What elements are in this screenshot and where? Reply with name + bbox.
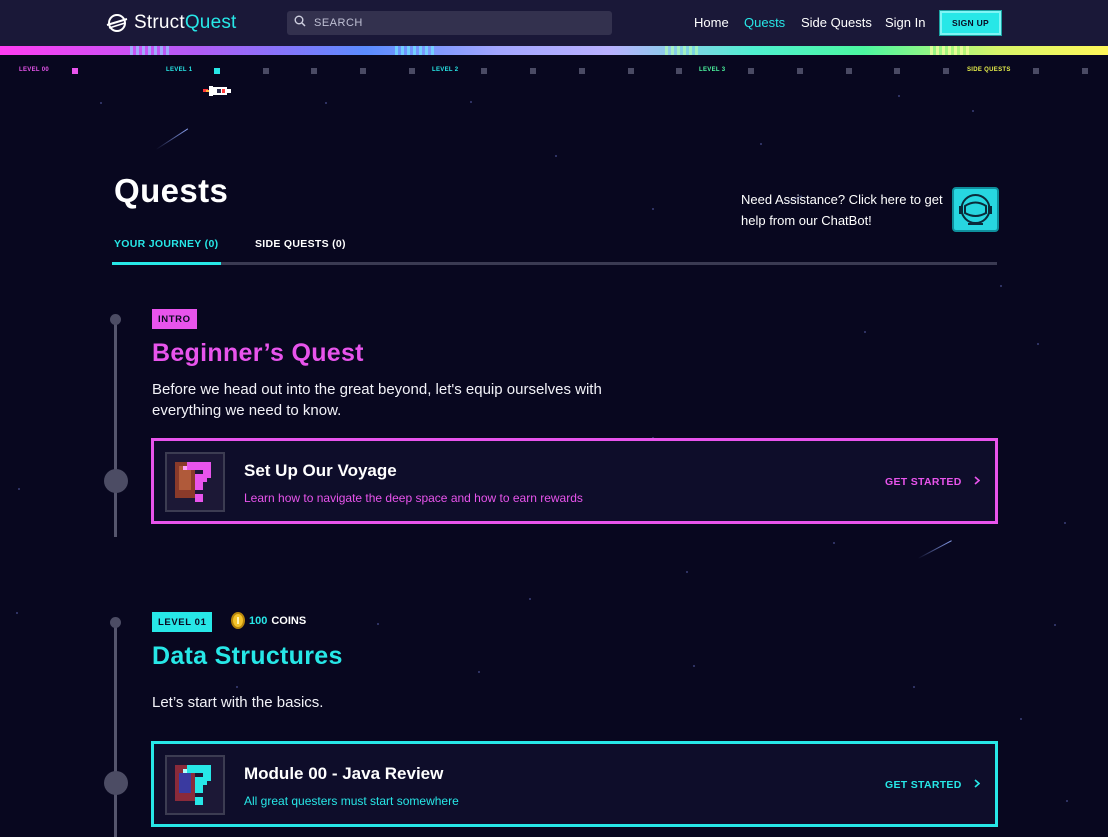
- level-marker: [797, 68, 803, 74]
- nav-link-sign-in[interactable]: Sign In: [885, 15, 925, 30]
- timeline-line: [114, 320, 117, 537]
- level-marker: [72, 68, 78, 74]
- coins-label: COINS: [271, 614, 307, 627]
- level-marker: [214, 68, 220, 74]
- chatbot-astronaut-icon[interactable]: [952, 187, 999, 232]
- level-marker: [894, 68, 900, 74]
- get-started-button[interactable]: GET STARTED: [885, 476, 980, 488]
- timeline-node: [110, 314, 121, 325]
- section-title-data-structures: Data Structures: [152, 642, 343, 670]
- level-label-side-quests: SIDE QUESTS: [967, 67, 1011, 73]
- nav-link-side-quests[interactable]: Side Quests: [801, 15, 872, 30]
- section-description: Let’s start with the basics.: [152, 694, 324, 711]
- level-marker: [1082, 68, 1088, 74]
- level-track: LEVEL 00 LEVEL 1 LEVEL 2 LEVEL 3 SIDE QU…: [0, 60, 1108, 80]
- get-started-label: GET STARTED: [885, 779, 962, 791]
- level-label-3: LEVEL 3: [699, 67, 726, 73]
- level-label-2: LEVEL 2: [432, 67, 459, 73]
- coins-amount: 100: [249, 614, 268, 627]
- chevron-right-icon: [974, 476, 980, 488]
- nav-link-quests[interactable]: Quests: [744, 15, 785, 30]
- timeline-node: [104, 469, 128, 493]
- coin-icon: [231, 612, 245, 629]
- level-marker: [1033, 68, 1039, 74]
- quest-card-java-review[interactable]: Module 00 - Java Review All great queste…: [151, 741, 998, 827]
- level-marker: [846, 68, 852, 74]
- level-marker: [311, 68, 317, 74]
- coins-reward: 100 COINS: [231, 612, 306, 629]
- section-description: Before we head out into the great beyond…: [152, 381, 602, 419]
- quest-card-title: Set Up Our Voyage: [244, 461, 397, 480]
- level-marker: [481, 68, 487, 74]
- chatbot-assistance-link[interactable]: Need Assistance? Click here to get help …: [741, 189, 951, 231]
- quest-card-subtitle: All great questers must start somewhere: [244, 794, 459, 808]
- timeline-node: [104, 771, 128, 795]
- tab-divider: [112, 262, 997, 265]
- quest-card-set-up-our-voyage[interactable]: Set Up Our Voyage Learn how to navigate …: [151, 438, 998, 524]
- timeline-node: [110, 617, 121, 628]
- section-badge-level-01: LEVEL 01: [152, 612, 213, 632]
- section-badge-intro: INTRO: [152, 309, 197, 329]
- rocket-icon: [203, 84, 233, 98]
- level-label-00: LEVEL 00: [19, 67, 49, 73]
- active-tab-indicator: [112, 262, 221, 265]
- progress-rainbow-bar: [0, 46, 1108, 55]
- quest-card-title: Module 00 - Java Review: [244, 764, 444, 783]
- level-marker: [360, 68, 366, 74]
- mystery-question-icon: [165, 452, 225, 512]
- tab-side-quests[interactable]: SIDE QUESTS (0): [255, 238, 346, 250]
- quest-card-subtitle: Learn how to navigate the deep space and…: [244, 491, 583, 505]
- get-started-button[interactable]: GET STARTED: [885, 779, 980, 791]
- level-marker: [409, 68, 415, 74]
- level-marker: [943, 68, 949, 74]
- level-marker: [676, 68, 682, 74]
- quest-tabs: YOUR JOURNEY (0) SIDE QUESTS (0): [112, 236, 997, 266]
- level-marker: [263, 68, 269, 74]
- get-started-label: GET STARTED: [885, 476, 962, 488]
- section-title-beginners-quest: Beginner’s Quest: [152, 339, 364, 367]
- sign-up-button[interactable]: SIGN UP: [940, 11, 1001, 35]
- level-marker: [748, 68, 754, 74]
- level-marker: [628, 68, 634, 74]
- top-navbar: StructQuest Home Quests Side Quests Sign…: [0, 0, 1108, 46]
- tab-your-journey[interactable]: YOUR JOURNEY (0): [114, 238, 218, 250]
- level-marker: [579, 68, 585, 74]
- timeline-line: [114, 622, 117, 837]
- level-label-1: LEVEL 1: [166, 67, 193, 73]
- nav-link-home[interactable]: Home: [694, 15, 729, 30]
- chevron-right-icon: [974, 779, 980, 791]
- page-title: Quests: [114, 172, 229, 209]
- mystery-question-icon: [165, 755, 225, 815]
- level-marker: [530, 68, 536, 74]
